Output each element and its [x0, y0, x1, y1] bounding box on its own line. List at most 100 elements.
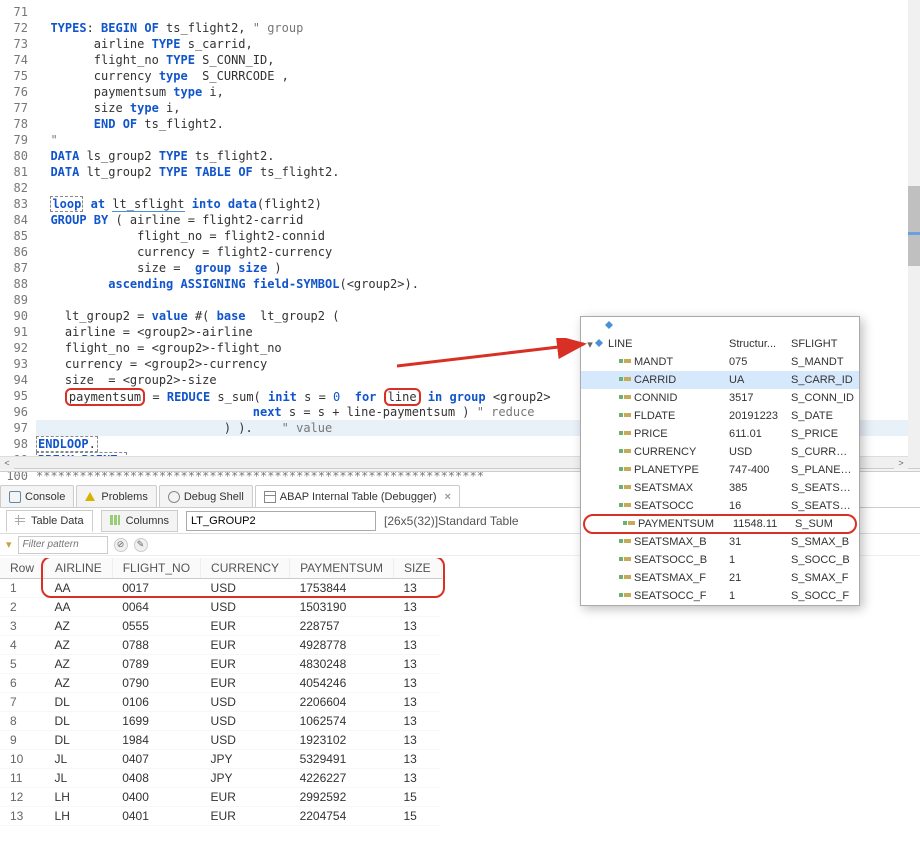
popup-field-seatsmax[interactable]: SEATSMAX385S_SEATSMAX	[581, 479, 859, 497]
code-line-73[interactable]: airline TYPE s_carrid,	[36, 36, 920, 52]
table-row[interactable]: 1AA0017USD175384413	[0, 579, 441, 598]
code-line-76[interactable]: paymentsum type i,	[36, 84, 920, 100]
filter-input[interactable]	[18, 536, 108, 554]
field-icon	[619, 501, 631, 511]
field-icon	[623, 519, 635, 529]
table-row[interactable]: 7DL0106USD220660413	[0, 693, 441, 712]
popup-field-paymentsum[interactable]: PAYMENTSUM11548.11S_SUM	[583, 514, 857, 534]
code-line-87[interactable]: size = group size )	[36, 260, 920, 276]
cell: 13	[393, 636, 441, 655]
edit-button[interactable]: ✎	[134, 538, 148, 552]
scroll-thumb[interactable]	[908, 186, 920, 266]
cell: AZ	[45, 617, 113, 636]
table-row[interactable]: 9DL1984USD192310213	[0, 731, 441, 750]
table-name-input[interactable]	[186, 511, 376, 531]
col-paymentsum[interactable]: PAYMENTSUM	[290, 558, 394, 579]
popup-field-seatsmax_b[interactable]: SEATSMAX_B31S_SMAX_B	[581, 533, 859, 551]
code-line-81[interactable]: DATA lt_group2 TYPE TABLE OF ts_flight2.	[36, 164, 920, 180]
tab-columns[interactable]: Columns	[101, 510, 178, 532]
cell: USD	[201, 693, 290, 712]
table-row[interactable]: 8DL1699USD106257413	[0, 712, 441, 731]
popup-field-price[interactable]: PRICE611.01S_PRICE	[581, 425, 859, 443]
cell: EUR	[201, 655, 290, 674]
table-row[interactable]: 12LH0400EUR299259215	[0, 788, 441, 807]
struct-icon	[595, 339, 605, 349]
code-line-79[interactable]: "	[36, 132, 920, 148]
scroll-right-button[interactable]: >	[894, 457, 908, 469]
struct-icon	[605, 321, 615, 331]
tab-table-data[interactable]: Table Data	[6, 510, 93, 532]
cell: 4	[0, 636, 45, 655]
code-line-84[interactable]: GROUP BY ( airline = flight2-carrid	[36, 212, 920, 228]
table-row[interactable]: 2AA0064USD150319013	[0, 598, 441, 617]
col-row[interactable]: Row	[0, 558, 45, 579]
cell: 15	[393, 788, 441, 807]
popup-field-seatsocc_f[interactable]: SEATSOCC_F1S_SOCC_F	[581, 587, 859, 605]
table-row[interactable]: 3AZ0555EUR22875713	[0, 617, 441, 636]
tab-console[interactable]: Console	[0, 485, 74, 507]
cell: 2992592	[290, 788, 394, 807]
table-row[interactable]: 11JL0408JPY422622713	[0, 769, 441, 788]
tab-internaltable[interactable]: ABAP Internal Table (Debugger)×	[255, 485, 460, 507]
table-row[interactable]: 6AZ0790EUR405424613	[0, 674, 441, 693]
code-line-83[interactable]: loop at lt_sflight into data(flight2)	[36, 196, 920, 212]
code-line-82[interactable]	[36, 180, 920, 196]
code-line-74[interactable]: flight_no TYPE S_CONN_ID,	[36, 52, 920, 68]
cell: 13	[393, 579, 441, 598]
code-line-71[interactable]	[36, 4, 920, 20]
chevron-down-icon[interactable]: ▾	[585, 338, 595, 351]
field-icon	[619, 465, 631, 475]
code-line-72[interactable]: TYPES: BEGIN OF ts_flight2, " group	[36, 20, 920, 36]
popup-field-connid[interactable]: CONNID3517S_CONN_ID	[581, 389, 859, 407]
table-row[interactable]: 13LH0401EUR220475415	[0, 807, 441, 826]
code-line-89[interactable]	[36, 292, 920, 308]
col-flight_no[interactable]: FLIGHT_NO	[112, 558, 200, 579]
tab-close-button[interactable]: ×	[441, 491, 451, 503]
popup-field-fldate[interactable]: FLDATE20191223S_DATE	[581, 407, 859, 425]
vertical-scrollbar[interactable]	[908, 0, 920, 470]
cell: JPY	[201, 769, 290, 788]
cell: 1503190	[290, 598, 394, 617]
popup-enter-variable[interactable]	[581, 317, 859, 335]
col-currency[interactable]: CURRENCY	[201, 558, 290, 579]
popup-field-seatsocc_b[interactable]: SEATSOCC_B1S_SOCC_B	[581, 551, 859, 569]
popup-field-planetype[interactable]: PLANETYPE747-400S_PLANETYE	[581, 461, 859, 479]
popup-field-currency[interactable]: CURRENCYUSDS_CURRCODE	[581, 443, 859, 461]
cell: 1984	[112, 731, 200, 750]
popup-field-mandt[interactable]: MANDT075S_MANDT	[581, 353, 859, 371]
col-airline[interactable]: AIRLINE	[45, 558, 113, 579]
col-size[interactable]: SIZE	[393, 558, 441, 579]
cell: 0401	[112, 807, 200, 826]
cell: USD	[201, 598, 290, 617]
cell: 13	[393, 693, 441, 712]
scroll-left-button[interactable]: <	[0, 457, 14, 469]
code-line-88[interactable]: ascending ASSIGNING field-SYMBOL(<group2…	[36, 276, 920, 292]
table-row[interactable]: 5AZ0789EUR483024813	[0, 655, 441, 674]
cell: 0790	[112, 674, 200, 693]
popup-field-seatsocc[interactable]: SEATSOCC16S_SEATSOCC	[581, 497, 859, 515]
code-line-86[interactable]: currency = flight2-currency	[36, 244, 920, 260]
code-line-85[interactable]: flight_no = flight2-connid	[36, 228, 920, 244]
variable-popup[interactable]: ▾ LINEStructur...SFLIGHT MANDT075S_MANDT…	[580, 316, 860, 606]
cell: 4226227	[290, 769, 394, 788]
popup-field-carrid[interactable]: CARRIDUAS_CARR_ID	[581, 371, 859, 389]
cell: LH	[45, 788, 113, 807]
grid-icon	[15, 515, 27, 527]
code-line-80[interactable]: DATA ls_group2 TYPE ts_flight2.	[36, 148, 920, 164]
table-row[interactable]: 4AZ0788EUR492877813	[0, 636, 441, 655]
problems-icon	[85, 491, 97, 503]
cell: 15	[393, 807, 441, 826]
tab-debugshell[interactable]: Debug Shell	[159, 485, 253, 507]
popup-field-seatsmax_f[interactable]: SEATSMAX_F21S_SMAX_F	[581, 569, 859, 587]
popup-root-line[interactable]: ▾ LINEStructur...SFLIGHT	[581, 335, 859, 353]
cell: USD	[201, 731, 290, 750]
code-line-75[interactable]: currency type S_CURRCODE ,	[36, 68, 920, 84]
cell: 0788	[112, 636, 200, 655]
code-line-78[interactable]: END OF ts_flight2.	[36, 116, 920, 132]
clear-filter-button[interactable]: ⊘	[114, 538, 128, 552]
field-icon	[619, 411, 631, 421]
code-line-77[interactable]: size type i,	[36, 100, 920, 116]
table-row[interactable]: 10JL0407JPY532949113	[0, 750, 441, 769]
cell: 4928778	[290, 636, 394, 655]
tab-problems[interactable]: Problems	[76, 485, 156, 507]
